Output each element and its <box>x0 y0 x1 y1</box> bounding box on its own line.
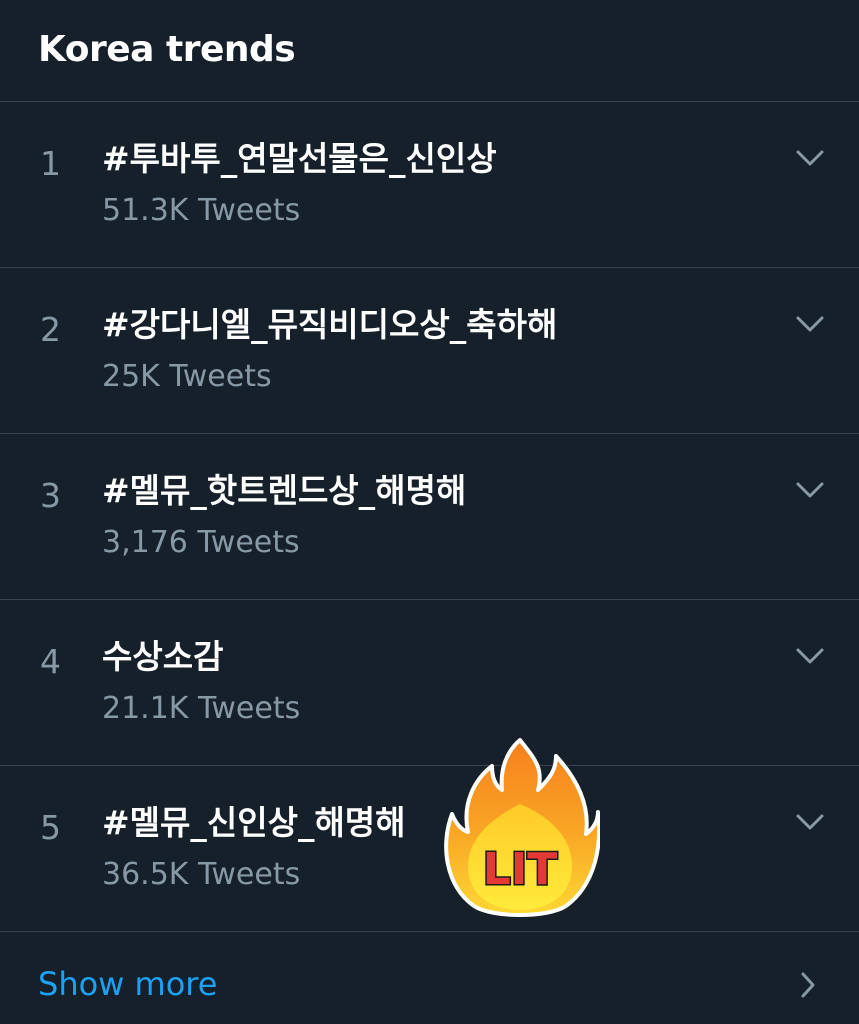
fire-lit-sticker-icon: LIT <box>444 738 600 917</box>
trend-rank: 4 <box>40 642 61 681</box>
trend-name: #멜뮤_핫트렌드상_해명해 <box>102 471 467 510</box>
trend-item-1[interactable]: 1 #투바투_연말선물은_신인상 51.3K Tweets <box>0 102 859 268</box>
trends-header: Korea trends <box>0 0 859 102</box>
trend-tweet-count: 25K Tweets <box>102 359 272 394</box>
trend-tweet-count: 51.3K Tweets <box>102 193 301 228</box>
trend-name: 수상소감 <box>102 637 224 676</box>
trend-item-5[interactable]: 5 #멜뮤_신인상_해명해 36.5K Tweets <box>0 766 859 932</box>
show-more-label: Show more <box>38 965 218 1003</box>
trend-item-3[interactable]: 3 #멜뮤_핫트렌드상_해명해 3,176 Tweets <box>0 434 859 600</box>
chevron-down-icon[interactable] <box>795 480 825 500</box>
trend-rank: 3 <box>40 476 61 515</box>
sticker-text: LIT <box>483 844 557 895</box>
show-more-link[interactable]: Show more <box>0 934 859 1024</box>
trend-tweet-count: 36.5K Tweets <box>102 857 301 892</box>
trend-item-2[interactable]: 2 #강다니엘_뮤직비디오상_축하해 25K Tweets <box>0 268 859 434</box>
trend-name: #강다니엘_뮤직비디오상_축하해 <box>102 305 558 344</box>
trend-name: #멜뮤_신인상_해명해 <box>102 803 406 842</box>
trend-rank: 5 <box>40 808 61 847</box>
trend-tweet-count: 3,176 Tweets <box>102 525 300 560</box>
chevron-down-icon[interactable] <box>795 314 825 334</box>
chevron-right-icon <box>801 972 815 998</box>
trend-tweet-count: 21.1K Tweets <box>102 691 301 726</box>
chevron-down-icon[interactable] <box>795 646 825 666</box>
trend-item-4[interactable]: 4 수상소감 21.1K Tweets <box>0 600 859 766</box>
trend-name: #투바투_연말선물은_신인상 <box>102 139 497 178</box>
page-title: Korea trends <box>38 29 296 70</box>
chevron-down-icon[interactable] <box>795 148 825 168</box>
trend-rank: 2 <box>40 310 61 349</box>
chevron-down-icon[interactable] <box>795 812 825 832</box>
trend-rank: 1 <box>40 144 61 183</box>
